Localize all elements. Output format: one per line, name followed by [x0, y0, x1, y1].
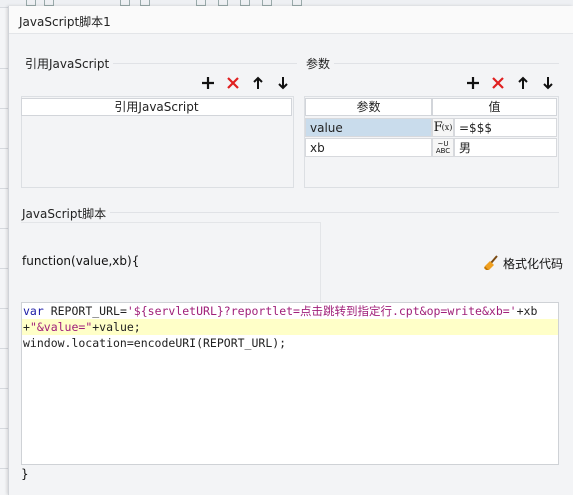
- ref-section-divider: [101, 63, 297, 64]
- function-closing-brace: }: [21, 467, 29, 481]
- param-add-button[interactable]: [463, 73, 483, 93]
- params-column-name-header[interactable]: 参数: [305, 98, 432, 116]
- function-header: function(value,xb){: [22, 254, 140, 268]
- code-line-2: +"&value="+value;: [22, 319, 558, 335]
- format-code-label: 格式化代码: [503, 256, 564, 271]
- param-name-cell[interactable]: xb: [305, 138, 432, 157]
- dialog-title: JavaScript脚本1: [19, 15, 111, 29]
- arrow-down-icon: [543, 77, 553, 90]
- params-section-label: 参数: [306, 55, 335, 72]
- script-section-label: JavaScript脚本: [22, 205, 111, 222]
- javascript-dialog: JavaScript脚本1 引用JavaScript 引用JavaScript …: [8, 6, 573, 495]
- formula-icon[interactable]: F (x): [432, 118, 454, 137]
- code-text: +xb: [516, 304, 538, 318]
- code-keyword: var: [23, 304, 44, 318]
- plus-icon: [467, 77, 479, 89]
- params-column-value-header[interactable]: 值: [432, 98, 557, 116]
- param-move-down-button[interactable]: [538, 73, 558, 93]
- code-text: +: [23, 320, 30, 334]
- params-section-divider: [331, 63, 559, 64]
- ref-move-down-button[interactable]: [273, 73, 293, 93]
- arrow-down-icon: [278, 77, 288, 90]
- ref-column-header[interactable]: 引用JavaScript: [21, 98, 292, 116]
- broom-icon: [484, 255, 498, 270]
- code-string: "&value=": [29, 320, 93, 334]
- dialog-title-bar: JavaScript脚本1: [9, 6, 573, 34]
- param-name-cell[interactable]: value: [305, 118, 432, 137]
- arrow-up-icon: [518, 76, 528, 89]
- ref-section-label: 引用JavaScript: [25, 55, 114, 72]
- format-code-button[interactable]: 格式化代码: [483, 254, 563, 272]
- arrow-up-icon: [253, 76, 263, 89]
- code-text: REPORT_URL=: [43, 304, 127, 318]
- param-value-cell[interactable]: 男: [454, 138, 557, 157]
- ref-delete-button[interactable]: [223, 73, 243, 93]
- delete-x-icon: [227, 77, 239, 89]
- code-editor[interactable]: var REPORT_URL='${servletURL}?reportlet=…: [21, 302, 559, 465]
- param-move-up-button[interactable]: [513, 73, 533, 93]
- delete-x-icon: [492, 77, 504, 89]
- ref-move-up-button[interactable]: [248, 73, 268, 93]
- code-string: '${servletURL}?reportlet=点击跳转到指定行.cpt&op…: [126, 304, 517, 318]
- text-type-icon[interactable]: ~U ABC: [432, 138, 454, 157]
- param-value-cell[interactable]: =$$$: [454, 118, 557, 137]
- script-section-divider: [101, 212, 559, 213]
- ref-add-button[interactable]: [198, 73, 218, 93]
- background-sheet-edge: [0, 8, 8, 495]
- code-line-3: window.location=encodeURI(REPORT_URL);: [23, 336, 287, 350]
- plus-icon: [202, 77, 214, 89]
- code-text: +value;: [92, 320, 141, 334]
- code-line-1: var REPORT_URL='${servletURL}?reportlet=…: [22, 303, 558, 319]
- param-delete-button[interactable]: [488, 73, 508, 93]
